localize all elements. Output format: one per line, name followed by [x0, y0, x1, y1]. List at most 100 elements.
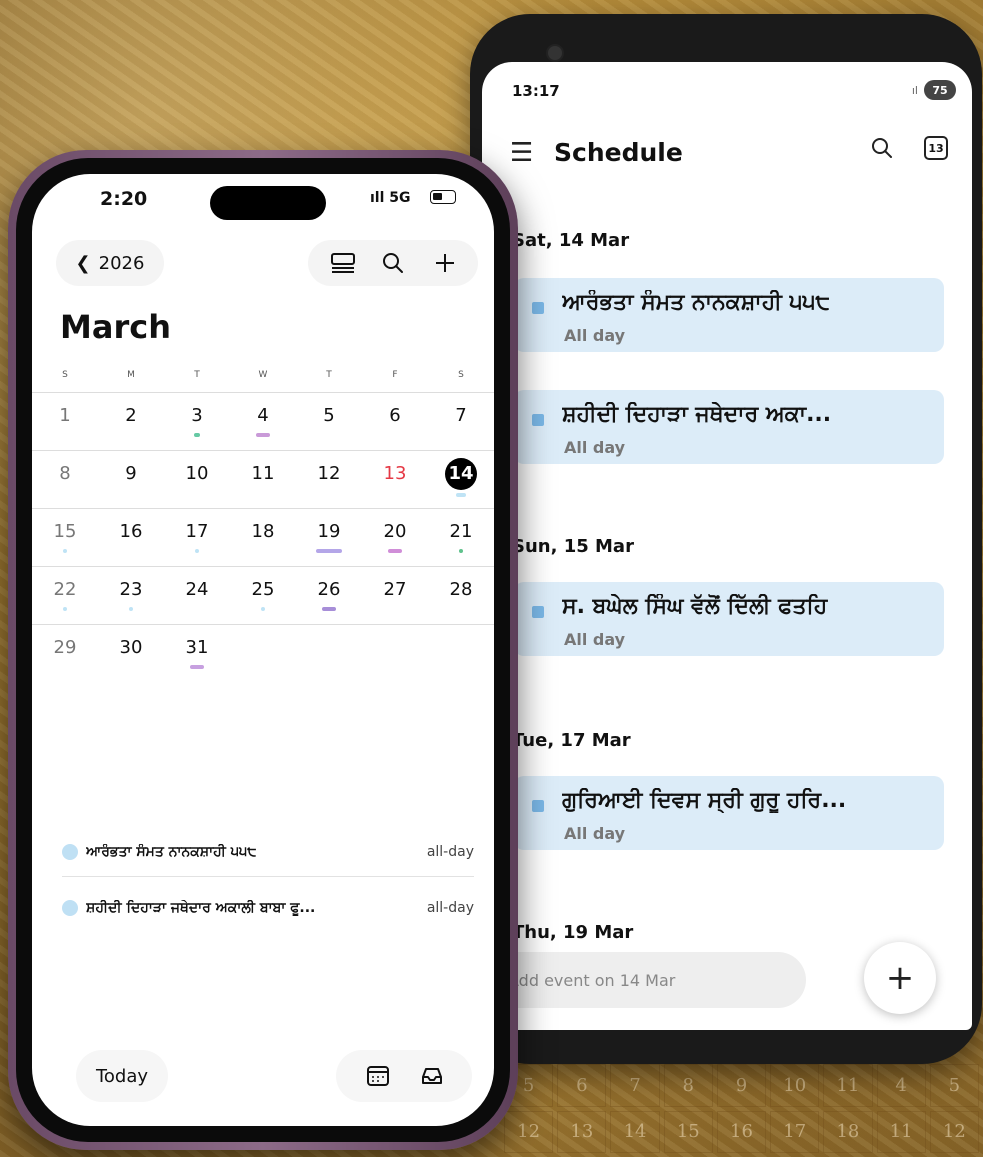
day-cell[interactable]: 5 — [296, 393, 362, 451]
day-cell[interactable]: 30 — [98, 625, 164, 683]
event-allday: all-day — [426, 900, 474, 916]
background-grid-cell: 14 — [610, 1110, 660, 1153]
day-cell[interactable]: 22 — [32, 567, 98, 625]
day-cell[interactable]: 26 — [296, 567, 362, 625]
day-cell[interactable]: 27 — [362, 567, 428, 625]
day-number: 21 — [449, 521, 473, 542]
day-number: 17 — [185, 521, 209, 542]
event-title: ਸ਼ਹੀਦੀ ਦਿਹਾੜਾ ਜਥੇਦਾਰ ਅਕਾਲੀ ਬਾਬਾ ਫੂ... — [86, 900, 316, 916]
day-number: 16 — [119, 521, 143, 542]
day-number: 25 — [251, 579, 275, 600]
event-allday: all-day — [426, 844, 474, 860]
day-cell[interactable]: 2 — [98, 393, 164, 451]
background-grid-cell: 17 — [770, 1110, 820, 1153]
day-cell[interactable]: 28 — [428, 567, 494, 625]
day-cell[interactable]: 29 — [32, 625, 98, 683]
front-camera — [546, 44, 564, 62]
bottom-toolbar — [336, 1050, 472, 1102]
day-cell[interactable]: 21 — [428, 509, 494, 567]
day-cell[interactable]: 13 — [362, 451, 428, 509]
day-cell[interactable]: 20 — [362, 509, 428, 567]
search-icon[interactable] — [870, 136, 894, 160]
day-cell[interactable]: 8 — [32, 451, 98, 509]
background-grid-cell: 13 — [557, 1110, 607, 1153]
calendar-today-icon[interactable]: 13 — [924, 136, 948, 160]
android-screen: 13:17 ıl 75 ☰ Schedule 13 Sat, 14 Mar ਆਰ… — [482, 62, 972, 1030]
background-grid-cell: 15 — [663, 1110, 713, 1153]
day-cell[interactable]: 25 — [230, 567, 296, 625]
day-number: 11 — [251, 463, 275, 484]
add-icon[interactable] — [432, 250, 458, 276]
calendar-icon — [532, 800, 544, 812]
event-indicator — [322, 607, 336, 611]
day-number: 9 — [125, 463, 137, 484]
day-cell[interactable]: 14 — [428, 451, 494, 509]
back-label: 2026 — [98, 252, 145, 274]
weekday-label: T — [326, 370, 332, 380]
day-cell[interactable]: 16 — [98, 509, 164, 567]
event-title: ਆਰੰਭਤਾ ਸੰਮਤ ਨਾਨਕਸ਼ਾਹੀ ੫੫੮ — [86, 844, 257, 860]
day-number: 1 — [59, 405, 71, 426]
event-time: All day — [564, 438, 626, 457]
day-cell[interactable]: 17 — [164, 509, 230, 567]
background-grid-cell: 4 — [876, 1064, 926, 1107]
day-cell[interactable]: 3 — [164, 393, 230, 451]
background-calendar-grid: 5 6 7 8 9 10 11 4 5 12 13 14 15 16 17 18 11 12 — [500, 1060, 983, 1157]
background-grid-cell: 6 — [557, 1064, 607, 1107]
today-button[interactable]: Today — [76, 1050, 168, 1102]
menu-icon[interactable]: ☰ — [510, 138, 533, 168]
event-indicator — [63, 607, 67, 611]
inbox-icon[interactable] — [420, 1064, 444, 1088]
day-cell[interactable]: 7 — [428, 393, 494, 451]
event-title: ਸ. ਬਘੇਲ ਸਿੰਘ ਵੱਲੋਂ ਦਿੱਲੀ ਫਤਹਿ — [562, 594, 828, 619]
event-row[interactable]: ਸ਼ਹੀਦੀ ਦਿਹਾੜਾ ਜਥੇਦਾਰ ਅਕਾਲੀ ਬਾਬਾ ਫੂ... al… — [62, 890, 474, 926]
day-cell[interactable]: 4 — [230, 393, 296, 451]
week-row: 8 9 10 11 12 13 14 — [32, 450, 494, 509]
event-time: All day — [564, 326, 626, 345]
day-number: 2 — [125, 405, 137, 426]
day-cell[interactable]: 6 — [362, 393, 428, 451]
weekday-label: F — [392, 370, 398, 380]
event-card[interactable]: ਸ. ਬਘੇਲ ਸਿੰਘ ਵੱਲੋਂ ਦਿੱਲੀ ਫਤਹਿ All day — [514, 582, 944, 656]
list-view-icon[interactable] — [330, 250, 356, 276]
calendar-grid-icon[interactable] — [366, 1064, 390, 1088]
day-cell[interactable]: 18 — [230, 509, 296, 567]
day-number: 10 — [185, 463, 209, 484]
status-time: 13:17 — [512, 82, 560, 100]
day-number: 29 — [53, 637, 77, 658]
day-cell[interactable]: 23 — [98, 567, 164, 625]
background-grid-cell: 11 — [876, 1110, 926, 1153]
day-cell[interactable]: 10 — [164, 451, 230, 509]
day-number: 20 — [383, 521, 407, 542]
calendar-icon — [532, 302, 544, 314]
background-grid-cell: 8 — [663, 1064, 713, 1107]
day-cell[interactable]: 1 — [32, 393, 98, 451]
event-time: All day — [564, 824, 626, 843]
day-cell[interactable]: 19 — [296, 509, 362, 567]
event-card[interactable]: ਆਰੰਭਤਾ ਸੰਮਤ ਨਾਨਕਸ਼ਾਹੀ ੫੫੮ All day — [514, 278, 944, 352]
day-cell[interactable]: 15 — [32, 509, 98, 567]
day-number: 14 — [445, 458, 477, 490]
event-card[interactable]: ਸ਼ਹੀਦੀ ਦਿਹਾੜਾ ਜਥੇਦਾਰ ਅਕਾ... All day — [514, 390, 944, 464]
day-number: 5 — [323, 405, 335, 426]
event-title: ਆਰੰਭਤਾ ਸੰਮਤ ਨਾਨਕਸ਼ਾਹੀ ੫੫੮ — [562, 290, 830, 315]
day-cell[interactable]: 31 — [164, 625, 230, 683]
event-indicator — [456, 493, 466, 497]
event-card[interactable]: ਗੁਰਿਆਈ ਦਿਵਸ ਸ੍ਰੀ ਗੁਰੂ ਹਰਿ... All day — [514, 776, 944, 850]
page-title: Schedule — [554, 138, 683, 167]
day-cell[interactable]: 11 — [230, 451, 296, 509]
chevron-left-icon: ❮ — [75, 252, 91, 274]
day-number: 28 — [449, 579, 473, 600]
day-cell[interactable]: 9 — [98, 451, 164, 509]
day-cell[interactable]: 24 — [164, 567, 230, 625]
day-number: 12 — [317, 463, 341, 484]
background-grid-cell: 5 — [929, 1064, 979, 1107]
weekday-label: T — [194, 370, 200, 380]
back-year-button[interactable]: ❮ 2026 — [56, 240, 164, 286]
add-event-input[interactable]: Add event on 14 Mar — [490, 952, 806, 1008]
day-cell[interactable]: 12 — [296, 451, 362, 509]
search-icon[interactable] — [380, 250, 406, 276]
add-event-button[interactable]: + — [864, 942, 936, 1014]
event-row[interactable]: ਆਰੰਭਤਾ ਸੰਮਤ ਨਾਨਕਸ਼ਾਹੀ ੫੫੮ all-day — [62, 834, 474, 870]
day-number: 27 — [383, 579, 407, 600]
